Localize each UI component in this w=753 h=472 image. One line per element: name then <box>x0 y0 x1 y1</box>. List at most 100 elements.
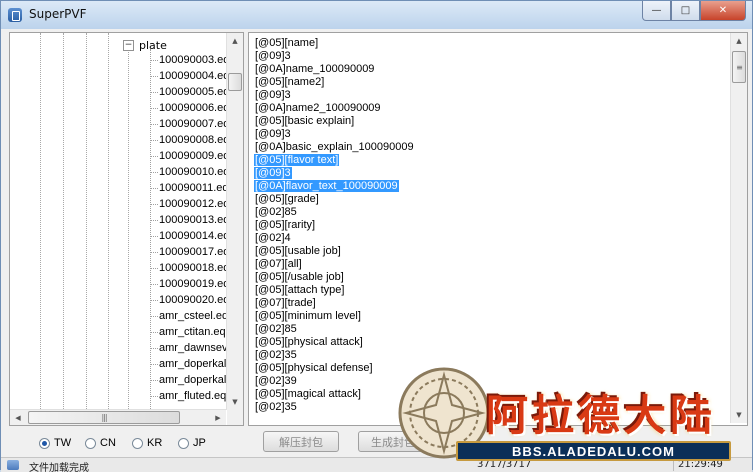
tree-item[interactable]: amr_csteel.equ <box>151 308 234 324</box>
region-label: JP <box>193 437 206 449</box>
editor-line[interactable]: [@07][trade] <box>254 297 317 310</box>
status-icon <box>7 460 19 470</box>
scroll-up-icon[interactable]: ▲ <box>227 33 243 49</box>
tree-horizontal-scrollbar[interactable]: ◀ ||| ▶ <box>10 409 226 425</box>
tree-item-label: 100090013.equ <box>159 214 236 226</box>
editor-line[interactable]: [@05][rarity] <box>254 219 316 232</box>
tree-item[interactable]: amr_ctitan.equ <box>151 324 232 340</box>
scroll-corner <box>227 410 243 425</box>
tree-item[interactable]: 100090019.equ <box>151 276 235 292</box>
close-button[interactable]: ✕ <box>700 1 746 21</box>
tree-vertical-scrollbar[interactable]: ▲ ▼ <box>226 33 243 410</box>
tree-connector <box>151 187 158 189</box>
tree-guide-line <box>86 33 87 411</box>
tree-item[interactable]: 100090005.equ <box>151 84 235 100</box>
tree-item[interactable]: 100090004.equ <box>151 68 235 84</box>
editor-line[interactable]: [@05][name] <box>254 37 319 50</box>
editor-line[interactable]: [@09]3 <box>254 89 292 102</box>
editor-line[interactable]: [@05][physical attack] <box>254 336 364 349</box>
tree-item[interactable]: 100090014.equ <box>151 228 235 244</box>
editor-line-text: [@05][usable job] <box>255 245 341 257</box>
tree-item[interactable]: 100090006.equ <box>151 100 235 116</box>
radio-checked-icon[interactable] <box>39 437 50 449</box>
tree-item[interactable]: 100090018.equ <box>151 260 235 276</box>
close-icon: ✕ <box>718 5 728 16</box>
tree-item[interactable]: 100090017.equ <box>151 244 235 260</box>
tree-item[interactable]: 100090010.equ <box>151 164 235 180</box>
editor-line-text: [@05][grade] <box>255 193 319 205</box>
region-radio-cn[interactable]: CN <box>85 437 116 449</box>
tree-item[interactable]: amr_fluted.equ <box>151 388 232 404</box>
editor-line[interactable]: [@05][/usable job] <box>254 271 345 284</box>
build-package-button[interactable]: 生成封包 <box>358 431 428 452</box>
tree-folder-plate[interactable]: − plate <box>123 37 167 53</box>
editor-line[interactable]: [@02]85 <box>254 323 298 336</box>
editor-line[interactable]: [@05][minimum level] <box>254 310 362 323</box>
editor-line[interactable]: [@05][basic explain] <box>254 115 355 128</box>
scroll-right-icon[interactable]: ▶ <box>210 410 226 425</box>
maximize-button[interactable]: □ <box>671 1 700 21</box>
editor-line-text: [@07][trade] <box>255 297 316 309</box>
tree-item[interactable]: 100090008.equ <box>151 132 235 148</box>
tree-connector <box>151 379 158 381</box>
editor-line-selected[interactable]: [@09]3 <box>254 167 292 180</box>
tree-item[interactable]: 100090020.equ <box>151 292 235 308</box>
editor-line[interactable]: [@0A]basic_explain_100090009 <box>254 141 415 154</box>
tree-item[interactable]: 100090011.equ <box>151 180 235 196</box>
editor-line[interactable]: [@02]35 <box>254 349 298 362</box>
tree-item[interactable]: amr_dawnsever <box>151 340 237 356</box>
editor-vertical-scrollbar[interactable]: ▲ ≡ ▼ <box>730 33 747 423</box>
tree-connector <box>151 267 158 269</box>
file-tree[interactable]: − plate 100090003.equ 100090004.equ 100090… <box>9 32 244 426</box>
editor-line[interactable]: [@05][magical attack] <box>254 388 362 401</box>
editor-line[interactable]: [@05][name2] <box>254 76 325 89</box>
editor-line[interactable]: [@07][all] <box>254 258 303 271</box>
editor-line[interactable]: [@0A]name2_100090009 <box>254 102 382 115</box>
editor-line[interactable]: [@02]35 <box>254 401 298 414</box>
script-editor[interactable]: [@05][name] [@09]3 [@0A]name_100090009 [@05… <box>248 32 748 426</box>
editor-line[interactable]: [@02]85 <box>254 206 298 219</box>
tree-item[interactable]: 100090012.equ <box>151 196 235 212</box>
radio-unchecked-icon[interactable] <box>85 437 96 449</box>
editor-line[interactable]: [@0A]name_100090009 <box>254 63 375 76</box>
editor-line-text: [@05][physical attack] <box>255 336 363 348</box>
region-radio-tw[interactable]: TW <box>39 437 71 449</box>
editor-line[interactable]: [@02]39 <box>254 375 298 388</box>
title-bar[interactable]: SuperPVF — □ ✕ <box>1 1 752 29</box>
tree-item[interactable]: 100090003.equ <box>151 52 235 68</box>
radio-unchecked-icon[interactable] <box>178 437 189 449</box>
tree-connector <box>151 91 158 93</box>
collapse-icon[interactable]: − <box>123 39 134 51</box>
editor-line-text: [@09]3 <box>255 89 291 101</box>
tree-item[interactable]: 100090013.equ <box>151 212 235 228</box>
scroll-down-icon[interactable]: ▼ <box>227 394 243 410</box>
region-radio-kr[interactable]: KR <box>132 437 162 449</box>
editor-line[interactable]: [@05][attach type] <box>254 284 345 297</box>
minimize-button[interactable]: — <box>642 1 671 21</box>
editor-line-selected[interactable]: [@0A]flavor_text_100090009 <box>254 180 399 193</box>
tree-hscroll-thumb[interactable]: ||| <box>28 411 180 424</box>
unpack-button[interactable]: 解压封包 <box>263 431 339 452</box>
tree-item[interactable]: 100090007.equ <box>151 116 235 132</box>
tree-connector <box>151 155 158 157</box>
editor-line[interactable]: [@09]3 <box>254 50 292 63</box>
editor-line[interactable]: [@05][physical defense] <box>254 362 374 375</box>
region-radio-jp[interactable]: JP <box>178 437 206 449</box>
scroll-left-icon[interactable]: ◀ <box>10 410 26 425</box>
tree-connector <box>151 347 158 349</box>
editor-line[interactable]: [@02]4 <box>254 232 292 245</box>
editor-vscroll-thumb[interactable]: ≡ <box>732 51 746 83</box>
editor-line[interactable]: [@09]3 <box>254 128 292 141</box>
editor-line-text: [@05][minimum level] <box>255 310 361 322</box>
editor-line[interactable]: [@05][grade] <box>254 193 320 206</box>
tree-vscroll-thumb[interactable] <box>228 73 242 91</box>
editor-line-text: [@05][flavor text] <box>254 154 340 166</box>
radio-unchecked-icon[interactable] <box>132 437 143 449</box>
tree-connector <box>151 171 158 173</box>
editor-line-selected[interactable]: [@05][flavor text] <box>254 154 340 167</box>
scroll-up-icon[interactable]: ▲ <box>731 33 747 49</box>
tree-item[interactable]: 100090009.equ <box>151 148 235 164</box>
grip-icon: ≡ <box>736 62 743 72</box>
editor-line[interactable]: [@05][usable job] <box>254 245 342 258</box>
tree-connector <box>151 283 158 285</box>
